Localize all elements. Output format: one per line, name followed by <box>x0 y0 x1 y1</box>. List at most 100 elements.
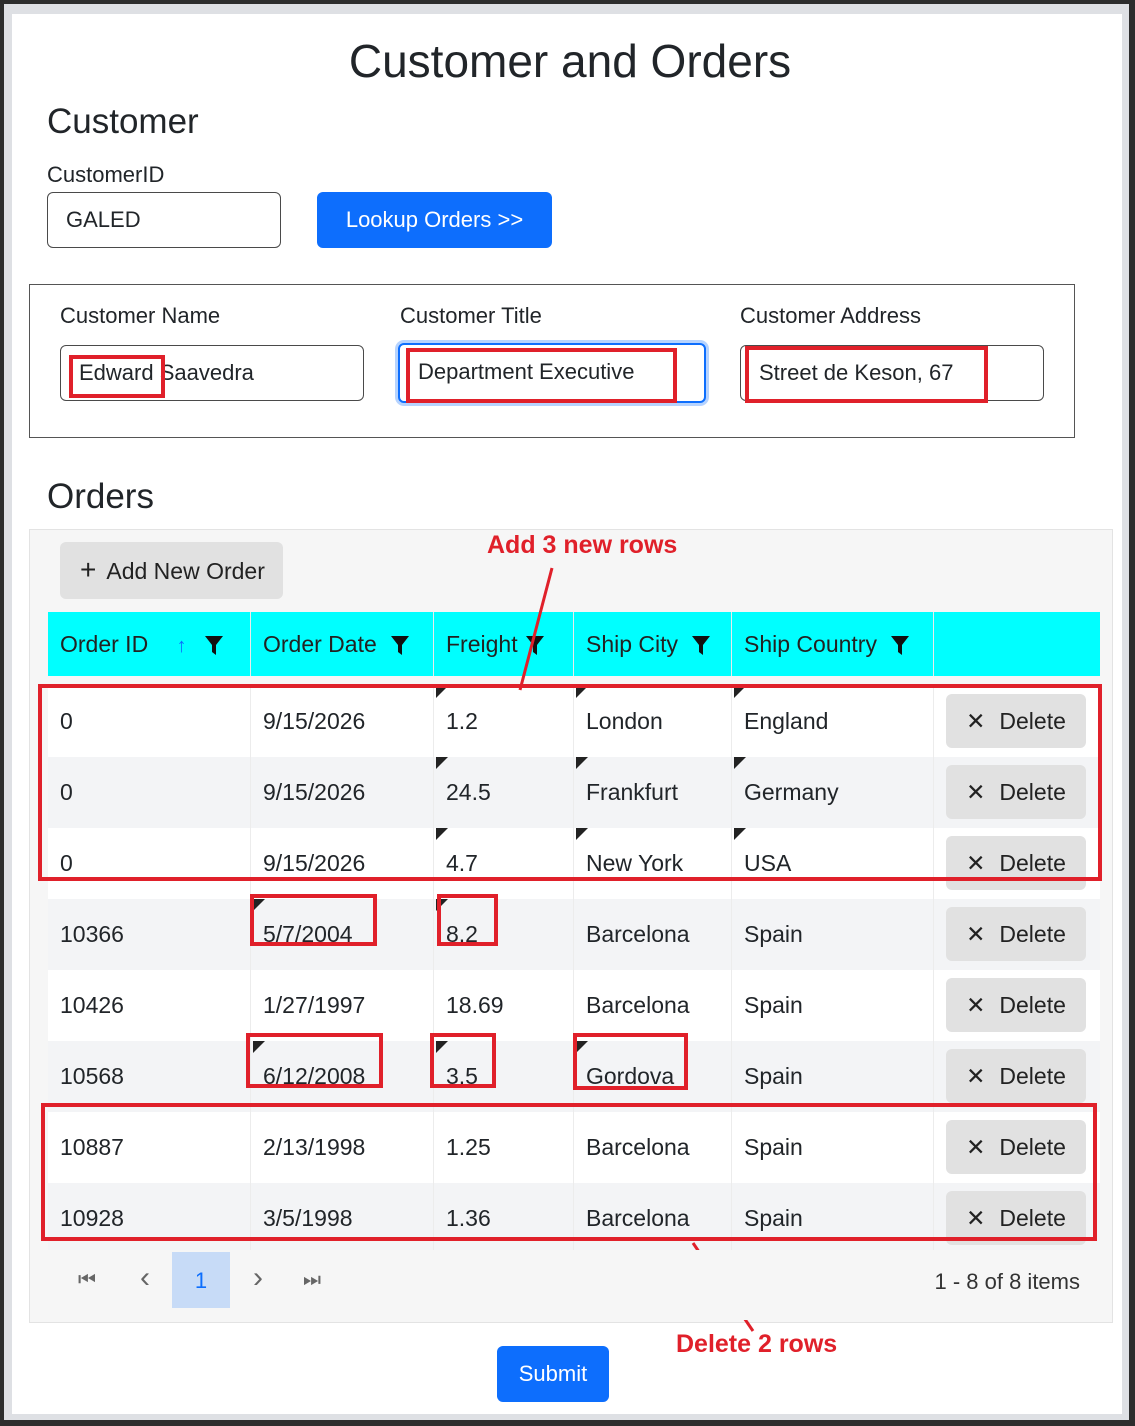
table-cell-freight[interactable]: 18.69 <box>434 970 574 1041</box>
column-header-label: Ship Country <box>744 631 877 657</box>
table-cell-country[interactable]: Spain <box>732 1112 934 1183</box>
table-cell-city[interactable]: New York <box>574 828 732 899</box>
table-cell-country[interactable]: England <box>732 686 934 757</box>
orders-heading: Orders <box>47 477 154 516</box>
table-cell-date[interactable]: 9/15/2026 <box>251 757 434 828</box>
close-icon: ✕ <box>966 992 986 1018</box>
delete-button[interactable]: ✕ Delete <box>946 694 1086 748</box>
delete-button[interactable]: ✕ Delete <box>946 978 1086 1032</box>
last-page-icon[interactable]: ⏭ <box>292 1252 332 1308</box>
filter-icon[interactable] <box>204 635 223 656</box>
table-cell-id[interactable]: 0 <box>48 757 251 828</box>
table-cell-freight[interactable]: 3.5 <box>434 1041 574 1112</box>
table-cell-city[interactable]: Barcelona <box>574 970 732 1041</box>
add-new-order-label: Add New Order <box>106 558 265 584</box>
table-cell-freight[interactable]: 1.36 <box>434 1183 574 1254</box>
page: Customer and Orders Customer CustomerID … <box>12 14 1122 1414</box>
table-cell-date[interactable]: 6/12/2008 <box>251 1041 434 1112</box>
table-cell-date[interactable]: 3/5/1998 <box>251 1183 434 1254</box>
table-cell-id[interactable]: 10426 <box>48 970 251 1041</box>
column-header-order-date[interactable]: Order Date <box>251 612 434 676</box>
table-cell-country[interactable]: USA <box>732 828 934 899</box>
table-cell-id[interactable]: 10366 <box>48 899 251 970</box>
add-new-order-button[interactable]: + Add New Order <box>60 542 283 599</box>
customer-name-label: Customer Name <box>60 303 221 328</box>
customer-name-input[interactable]: Edward Saavedra <box>60 345 364 401</box>
delete-button[interactable]: ✕ Delete <box>946 836 1086 890</box>
customer-address-label: Customer Address <box>740 303 921 328</box>
column-header-ship-city[interactable]: Ship City <box>574 612 732 676</box>
filter-icon[interactable] <box>692 635 711 656</box>
close-icon: ✕ <box>966 1134 986 1160</box>
table-cell-id[interactable]: 0 <box>48 686 251 757</box>
table-cell-city[interactable]: Frankfurt <box>574 757 732 828</box>
submit-button[interactable]: Submit <box>497 1346 609 1402</box>
column-header-label: Ship City <box>586 631 679 657</box>
delete-label: Delete <box>999 921 1066 947</box>
delete-label: Delete <box>999 850 1066 876</box>
delete-button[interactable]: ✕ Delete <box>946 1120 1086 1174</box>
annotation-arrow-add <box>518 567 554 691</box>
table-cell-id[interactable]: 10568 <box>48 1041 251 1112</box>
table-cell-country[interactable]: Spain <box>732 899 934 970</box>
column-header-commands <box>934 612 1100 676</box>
first-page-icon[interactable]: ⏮ <box>67 1252 107 1308</box>
close-icon: ✕ <box>966 1205 986 1231</box>
table-cell-id[interactable]: 10887 <box>48 1112 251 1183</box>
close-icon: ✕ <box>966 850 986 876</box>
customer-address-input[interactable]: Street de Keson, 67 <box>740 345 1044 401</box>
delete-button[interactable]: ✕ Delete <box>946 1049 1086 1103</box>
table-cell-date[interactable]: 5/7/2004 <box>251 899 434 970</box>
page-title: Customer and Orders <box>348 35 792 87</box>
delete-button[interactable]: ✕ Delete <box>946 765 1086 819</box>
table-cell-date[interactable]: 1/27/1997 <box>251 970 434 1041</box>
table-cell-city[interactable]: London <box>574 686 732 757</box>
customer-title-input[interactable]: Department Executive <box>398 343 706 403</box>
column-header-label: Order ID <box>60 631 149 657</box>
table-cell-freight[interactable]: 1.25 <box>434 1112 574 1183</box>
customer-heading: Customer <box>47 102 199 141</box>
plus-icon: + <box>80 554 97 585</box>
delete-label: Delete <box>999 992 1066 1018</box>
previous-page-icon[interactable]: ‹ <box>125 1250 165 1306</box>
delete-label: Delete <box>999 1205 1066 1231</box>
table-cell-freight[interactable]: 4.7 <box>434 828 574 899</box>
sort-ascending-icon[interactable]: ↑ <box>177 635 187 657</box>
table-cell-id[interactable]: 0 <box>48 828 251 899</box>
pager-summary: 1 - 8 of 8 items <box>934 1269 1080 1294</box>
close-icon: ✕ <box>966 921 986 947</box>
page-1-button[interactable]: 1 <box>172 1252 230 1308</box>
delete-label: Delete <box>999 1063 1066 1089</box>
table-cell-date[interactable]: 9/15/2026 <box>251 686 434 757</box>
column-header-label: Freight <box>446 631 518 657</box>
table-cell-freight[interactable]: 24.5 <box>434 757 574 828</box>
table-cell-city[interactable]: Barcelona <box>574 899 732 970</box>
customer-id-input[interactable]: GALED <box>47 192 281 248</box>
table-cell-id[interactable]: 10928 <box>48 1183 251 1254</box>
next-page-icon[interactable]: › <box>238 1250 278 1306</box>
table-cell-city[interactable]: Barcelona <box>574 1112 732 1183</box>
table-cell-country[interactable]: Spain <box>732 970 934 1041</box>
column-header-order-id[interactable]: Order ID ↑ <box>48 612 251 676</box>
customer-id-label: CustomerID <box>47 162 165 187</box>
delete-label: Delete <box>999 779 1066 805</box>
customer-title-label: Customer Title <box>400 303 542 328</box>
table-cell-city[interactable]: Gordova <box>574 1041 732 1112</box>
annotation-delete-rows: Delete 2 rows <box>676 1330 838 1358</box>
table-cell-date[interactable]: 2/13/1998 <box>251 1112 434 1183</box>
delete-button[interactable]: ✕ Delete <box>946 1191 1086 1245</box>
close-icon: ✕ <box>966 779 986 805</box>
table-cell-freight[interactable]: 1.2 <box>434 686 574 757</box>
close-icon: ✕ <box>966 1063 986 1089</box>
table-cell-country[interactable]: Germany <box>732 757 934 828</box>
table-cell-freight[interactable]: 8.2 <box>434 899 574 970</box>
delete-button[interactable]: ✕ Delete <box>946 907 1086 961</box>
delete-label: Delete <box>999 708 1066 734</box>
table-cell-date[interactable]: 9/15/2026 <box>251 828 434 899</box>
lookup-orders-button[interactable]: Lookup Orders >> <box>317 192 552 248</box>
column-header-ship-country[interactable]: Ship Country <box>732 612 934 676</box>
table-cell-country[interactable]: Spain <box>732 1041 934 1112</box>
column-header-label: Order Date <box>263 631 377 657</box>
filter-icon[interactable] <box>891 635 910 656</box>
filter-icon[interactable] <box>391 635 410 656</box>
